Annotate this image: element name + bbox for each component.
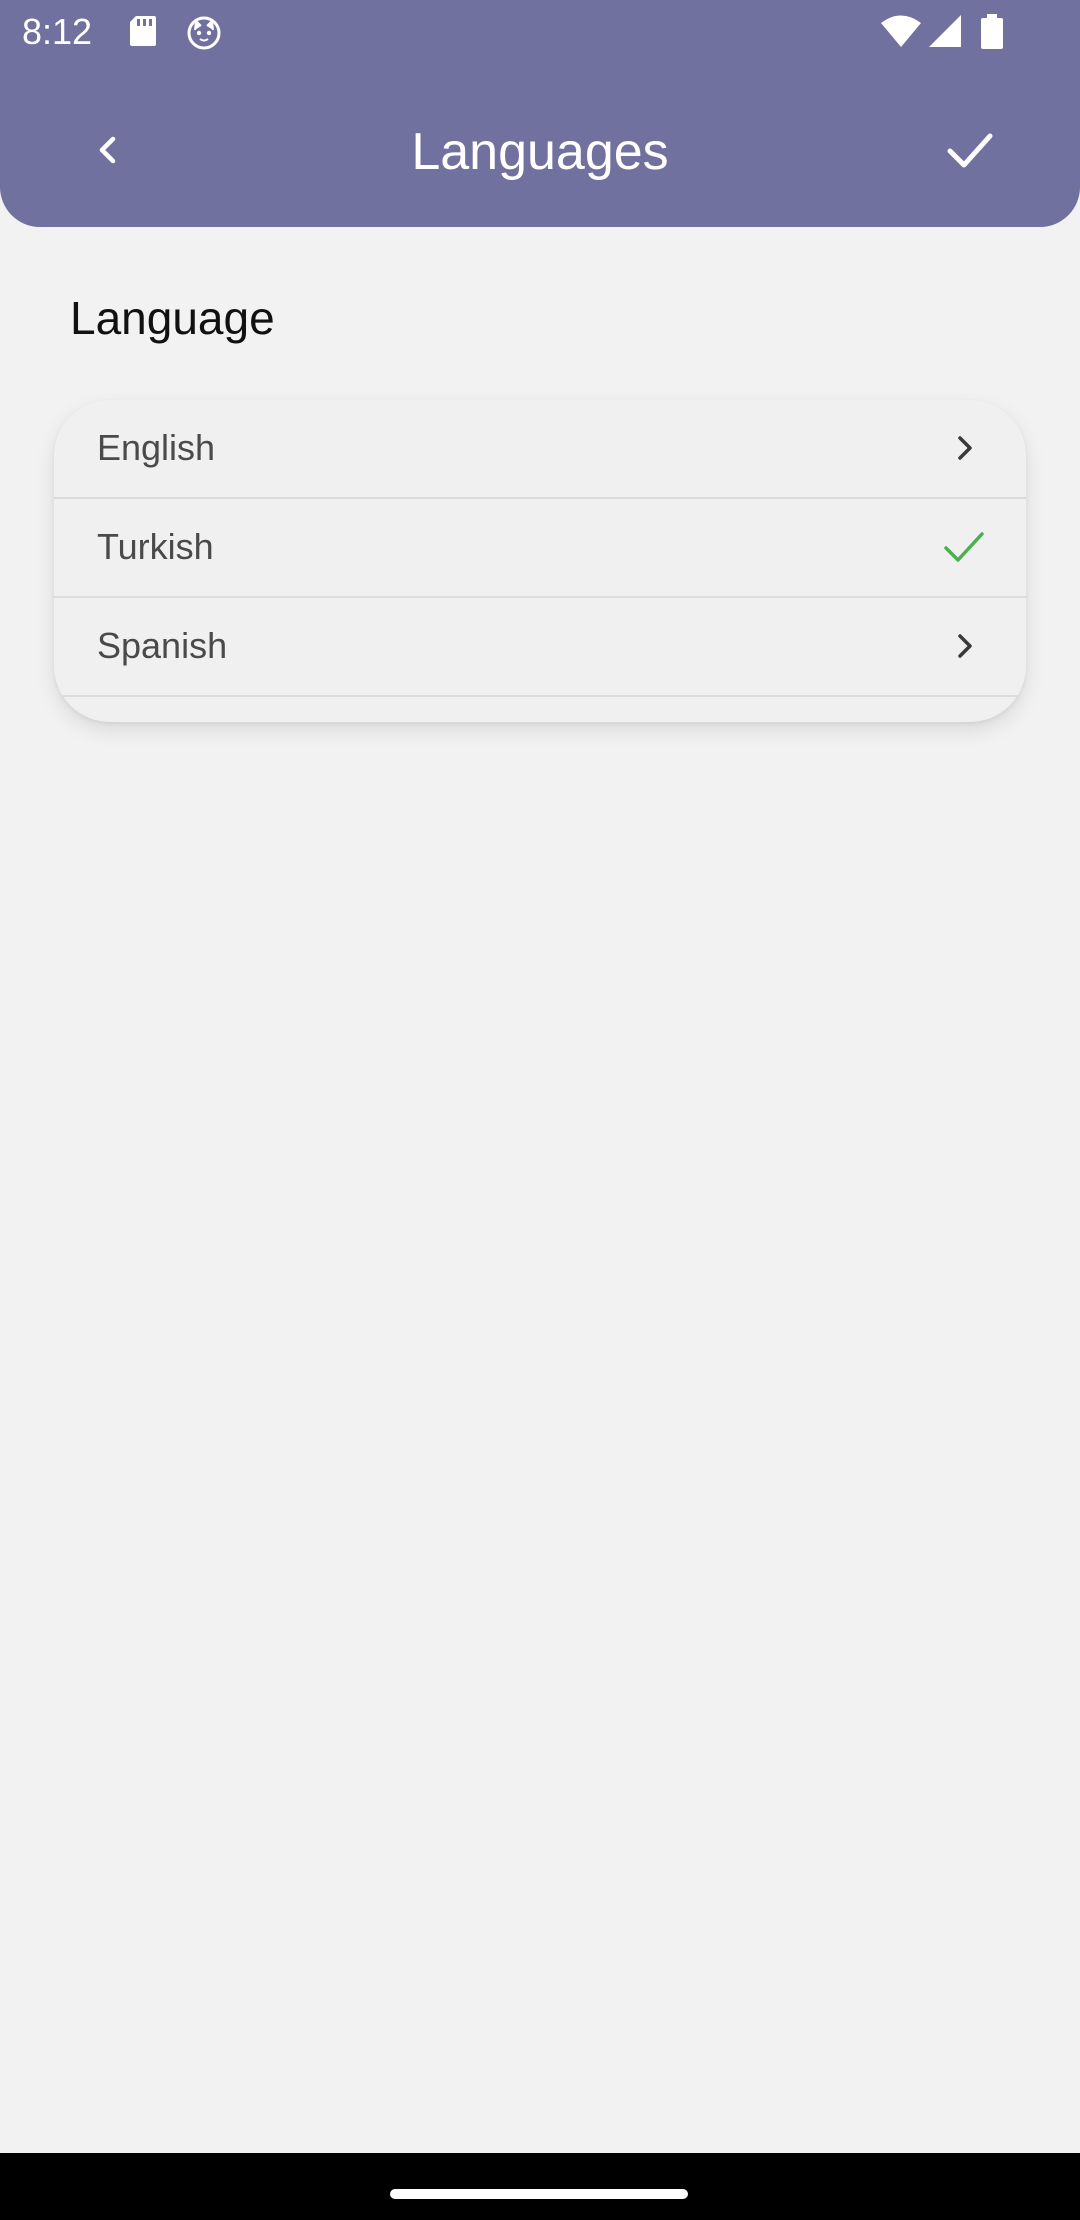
wifi-icon xyxy=(880,14,922,53)
app-header: 8:12 Languages xyxy=(0,0,1080,227)
language-label: Spanish xyxy=(97,625,228,666)
sd-card-icon xyxy=(128,14,158,53)
checkmark-icon xyxy=(944,124,996,181)
page-title: Languages xyxy=(411,123,669,181)
language-list: English Turkish Spanish xyxy=(54,400,1026,722)
battery-icon xyxy=(980,14,1004,55)
language-label: Turkish xyxy=(97,526,214,567)
status-bar: 8:12 xyxy=(0,0,1080,64)
language-option-spanish[interactable]: Spanish xyxy=(54,598,1026,697)
confirm-button[interactable] xyxy=(930,112,1010,192)
language-option-turkish[interactable]: Turkish xyxy=(54,499,1026,598)
app-bar: Languages xyxy=(0,64,1080,227)
status-time: 8:12 xyxy=(22,11,93,52)
system-navigation-bar xyxy=(0,2153,1080,2220)
chevron-right-icon xyxy=(934,418,994,478)
home-gesture-handle[interactable] xyxy=(390,2189,688,2199)
checkmark-icon xyxy=(934,517,994,577)
language-label: English xyxy=(97,427,216,468)
chevron-right-icon xyxy=(934,616,994,676)
section-title: Language xyxy=(70,292,275,344)
language-option-english[interactable]: English xyxy=(54,400,1026,499)
signal-icon xyxy=(928,14,962,53)
cat-face-icon xyxy=(186,14,222,55)
